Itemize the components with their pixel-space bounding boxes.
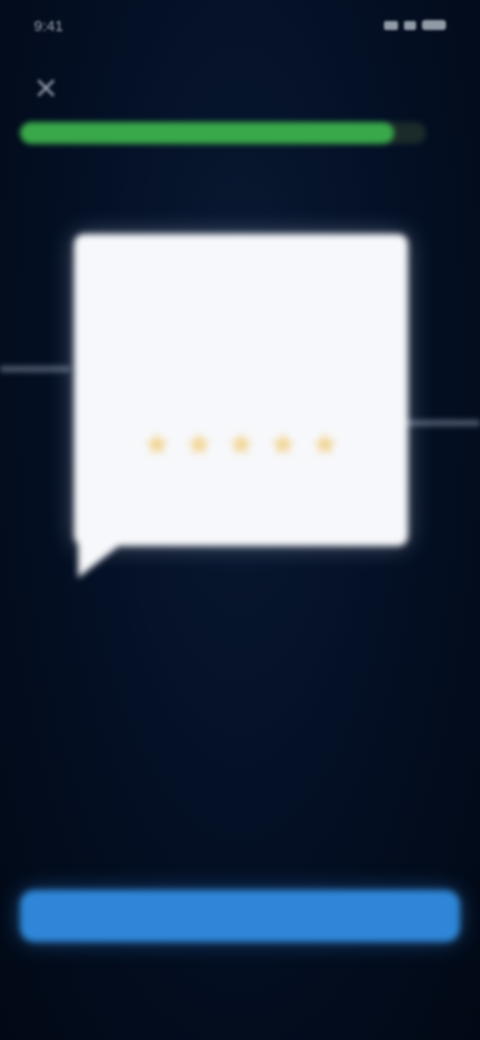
star-icon [313,432,337,455]
star-rating-button[interactable] [227,430,255,458]
star-icon [145,432,169,455]
decorative-line-left [0,366,70,372]
signal-icon [384,20,398,30]
status-icons [384,20,446,30]
wifi-icon [404,20,416,30]
star-rating[interactable] [74,430,408,458]
screen: 9:41 [0,0,480,1040]
close-icon [37,79,55,97]
star-rating-button[interactable] [143,430,171,458]
status-time: 9:41 [34,18,64,35]
speech-bubble-tail [78,534,134,578]
star-rating-button[interactable] [269,430,297,458]
star-icon [229,432,253,455]
status-bar: 9:41 [0,0,480,60]
decorative-line-right [400,420,480,426]
star-icon [271,432,295,455]
star-rating-button[interactable] [185,430,213,458]
continue-button[interactable] [20,890,460,942]
star-icon [187,432,211,455]
star-rating-button[interactable] [311,430,339,458]
speech-bubble [74,234,408,584]
close-button[interactable] [24,66,68,110]
speech-bubble-body [74,234,408,546]
lesson-progress-fill [20,122,394,144]
battery-icon [422,20,446,30]
lesson-progress-bar [20,122,426,144]
